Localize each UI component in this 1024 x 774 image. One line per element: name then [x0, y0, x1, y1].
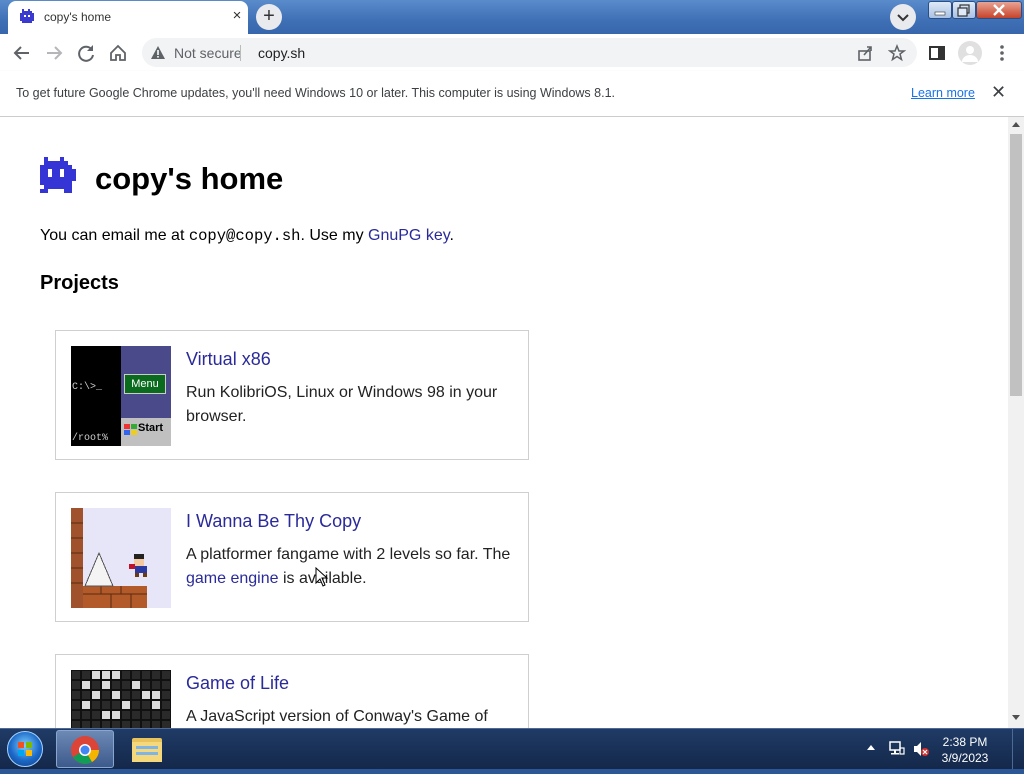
page-title: copy's home	[95, 161, 284, 196]
show-hidden-icons-icon[interactable]	[866, 743, 876, 751]
email-suffix: . Use my	[300, 227, 369, 244]
windows-logo-icon	[18, 742, 32, 756]
clock-time: 2:38 PM	[942, 735, 988, 749]
project-description: A platformer fangame with 2 levels so fa…	[186, 543, 516, 591]
project-title[interactable]: Game of Life	[186, 673, 289, 694]
taskbar-chrome-button[interactable]	[56, 730, 114, 768]
url-text[interactable]: copy.sh	[258, 45, 305, 61]
scroll-down-icon[interactable]	[1011, 714, 1021, 722]
projects-heading: Projects	[40, 272, 119, 294]
forward-icon[interactable]	[43, 42, 65, 64]
thumb-root: /root%	[72, 433, 109, 444]
bookmark-star-icon[interactable]	[888, 44, 906, 62]
chrome-icon	[71, 736, 99, 764]
menu-dots-icon[interactable]	[991, 42, 1013, 64]
i-wanna-thumbnail[interactable]	[71, 508, 171, 608]
profile-icon	[962, 46, 978, 62]
project-card-game-of-life[interactable]: Game of Life A JavaScript version of Con…	[55, 654, 529, 728]
profile-avatar[interactable]	[958, 41, 982, 65]
tab-close-icon[interactable]: ×	[228, 7, 246, 25]
site-logo-icon	[40, 157, 76, 193]
thumb-prompt: C:\>_	[72, 382, 103, 393]
gnupg-key-link[interactable]: GnuPG key	[368, 227, 450, 244]
scroll-up-icon[interactable]	[1011, 120, 1021, 128]
update-infobar: To get future Google Chrome updates, you…	[0, 71, 1024, 117]
restore-icon	[957, 4, 970, 17]
show-desktop-button[interactable]	[1012, 729, 1024, 769]
site-favicon-icon	[20, 9, 34, 23]
omnibox-divider	[240, 45, 241, 61]
tab-search-button[interactable]	[890, 4, 916, 30]
back-icon[interactable]	[11, 42, 33, 64]
minimize-button[interactable]	[928, 1, 952, 19]
infobar-message: To get future Google Chrome updates, you…	[16, 86, 615, 100]
side-panel-icon[interactable]	[926, 42, 948, 64]
tab-title: copy's home	[44, 10, 111, 24]
tray-clock[interactable]: 2:38 PM 3/9/2023	[930, 734, 1000, 766]
game-engine-link[interactable]: game engine	[186, 570, 279, 587]
browser-toolbar: Not secure copy.sh	[0, 34, 1024, 72]
maximize-button[interactable]	[952, 1, 976, 19]
browser-tab[interactable]: copy's home ×	[8, 1, 248, 34]
email-end: .	[449, 227, 454, 244]
taskbar-explorer-button[interactable]	[118, 730, 176, 768]
project-description: A JavaScript version of Conway's Game of	[186, 708, 488, 725]
folder-icon	[132, 738, 162, 762]
scrollbar-thumb[interactable]	[1010, 134, 1022, 396]
thumb-menu: Menu	[124, 374, 166, 394]
windows-taskbar: 2:38 PM 3/9/2023	[0, 728, 1024, 769]
project-title[interactable]: Virtual x86	[186, 349, 271, 370]
home-icon[interactable]	[107, 42, 129, 64]
page-content: copy's home You can email me at copy@cop…	[0, 117, 1008, 728]
windows-flag-icon	[124, 424, 137, 435]
share-icon[interactable]	[856, 44, 874, 62]
warning-icon[interactable]	[150, 45, 166, 61]
mouse-cursor-icon	[315, 567, 329, 587]
email-address: copy@copy.sh	[188, 227, 301, 245]
email-prefix: You can email me at	[40, 227, 189, 244]
chevron-down-icon	[897, 14, 909, 22]
address-bar[interactable]: Not secure copy.sh	[142, 38, 917, 67]
minimize-icon	[934, 11, 946, 16]
project-card-virtual-x86[interactable]: C:\>_ /root% Menu Start Virtual x86 Run …	[55, 330, 529, 460]
close-icon	[993, 4, 1005, 16]
new-tab-button[interactable]: +	[256, 4, 282, 30]
project-description: Run KolibriOS, Linux or Windows 98 in yo…	[186, 384, 498, 425]
infobar-close-icon[interactable]: ✕	[991, 82, 1006, 103]
project-title[interactable]: I Wanna Be Thy Copy	[186, 511, 361, 532]
security-label[interactable]: Not secure	[174, 45, 242, 61]
project-card-i-wanna-be-thy-copy[interactable]: I Wanna Be Thy Copy A platformer fangame…	[55, 492, 529, 622]
game-of-life-thumbnail[interactable]	[71, 670, 171, 728]
volume-muted-icon[interactable]	[912, 740, 930, 758]
network-icon[interactable]	[888, 740, 906, 758]
contact-line: You can email me at copy@copy.sh. Use my…	[40, 227, 454, 245]
description-before: A platformer fangame with 2 levels so fa…	[186, 546, 511, 563]
clock-date: 3/9/2023	[941, 751, 989, 765]
virtual-x86-thumbnail[interactable]: C:\>_ /root% Menu Start	[71, 346, 171, 446]
learn-more-link[interactable]: Learn more	[911, 86, 975, 100]
reload-icon[interactable]	[75, 42, 97, 64]
close-window-button[interactable]	[976, 1, 1022, 19]
start-button[interactable]	[7, 731, 43, 767]
